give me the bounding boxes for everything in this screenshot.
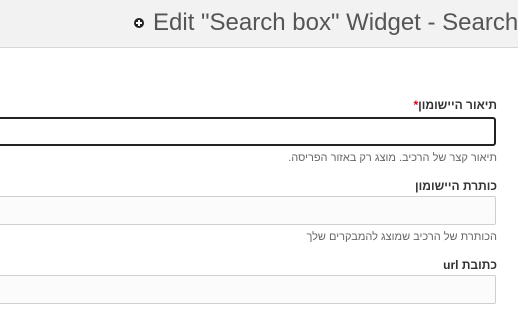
- app-description-label: תיאור היישומון*: [409, 98, 497, 112]
- dialog-title-text: Edit "Search box" Widget - Search: [153, 9, 518, 36]
- app-title-input[interactable]: [0, 196, 496, 225]
- dialog-header: Edit "Search box" Widget - Search: [0, 0, 518, 48]
- app-description-help: תיאור קצר של הרכיב. מוצג רק באזור הפריסה…: [288, 152, 497, 164]
- app-description-label-text: תיאור היישומון: [418, 98, 497, 112]
- app-description-input[interactable]: [0, 117, 496, 146]
- add-circle-icon[interactable]: [134, 18, 144, 28]
- url-label: כתובת url: [443, 258, 497, 272]
- url-input[interactable]: [0, 275, 496, 304]
- dialog-title: Edit "Search box" Widget - Search: [134, 9, 518, 37]
- app-title-help: הכותרת של הרכיב שמוצג להמבקרים שלך: [306, 231, 497, 243]
- app-title-label: כותרת היישומון: [415, 179, 497, 193]
